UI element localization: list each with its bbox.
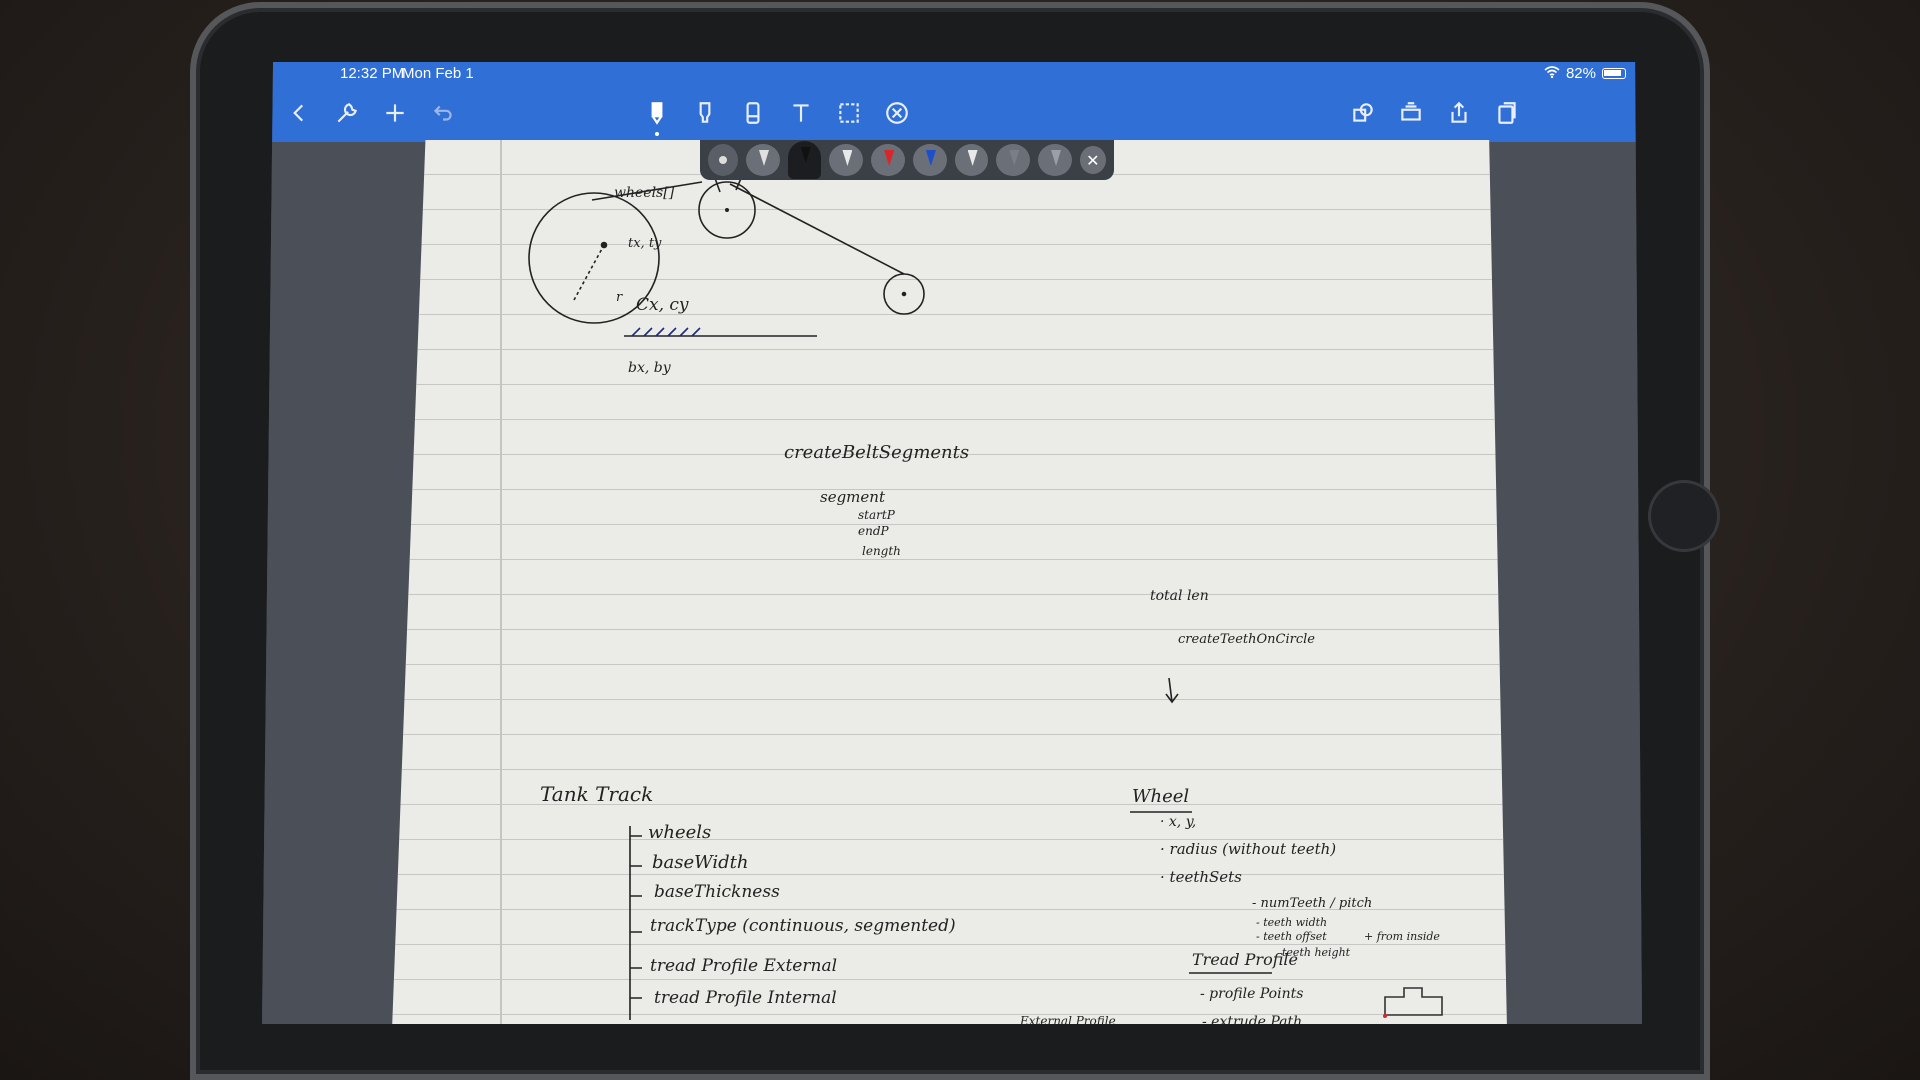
note-seg-length: length: [862, 544, 901, 558]
pages-icon[interactable]: [1488, 94, 1526, 132]
share-icon[interactable]: [1440, 94, 1478, 132]
present-icon[interactable]: [1392, 94, 1430, 132]
note-from-inside: + from inside: [1364, 930, 1440, 943]
goodnotes-toolbar: [262, 84, 1642, 142]
wheel-item: · x, y,: [1160, 814, 1197, 830]
back-icon[interactable]: [280, 94, 318, 132]
undo-icon[interactable]: [424, 94, 462, 132]
text-icon[interactable]: [782, 94, 820, 132]
status-date: Mon Feb 1: [402, 65, 474, 82]
wheel-item: · radius (without teeth): [1160, 840, 1337, 858]
status-time: 12:32 PM: [340, 65, 405, 82]
teeth-item: - numTeeth / pitch: [1252, 896, 1373, 911]
teeth-item: - teeth offset: [1256, 930, 1327, 943]
home-button[interactable]: [1648, 480, 1720, 552]
pen-icon[interactable]: [638, 94, 676, 136]
wheel-item: · teethSets: [1160, 868, 1242, 886]
tank-track-item: tread Profile Internal: [654, 988, 837, 1008]
color-swatch[interactable]: [871, 144, 905, 176]
status-right: 82%: [1544, 65, 1626, 82]
color-swatch[interactable]: [1038, 144, 1072, 176]
teeth-item: - teeth width: [1256, 916, 1328, 929]
color-swatch[interactable]: [829, 144, 864, 176]
status-bar: 12:32 PM Mon Feb 1 82%: [262, 62, 1642, 84]
tank-track-item: tread Profile External: [650, 956, 838, 976]
pen-palette: ✕: [700, 140, 1114, 180]
wrench-icon[interactable]: [328, 94, 366, 132]
note-tank-track: Tank Track: [540, 782, 654, 806]
tank-track-item: baseWidth: [652, 852, 749, 873]
note-wheel-title: Wheel: [1132, 786, 1190, 807]
note-segment: segment: [820, 488, 885, 506]
shapes-icon[interactable]: [878, 94, 916, 132]
note-seg-start: startP: [858, 508, 895, 522]
tread-item: - extrude Path: [1202, 1014, 1303, 1024]
note-r: r: [616, 290, 623, 305]
shapes-library-icon[interactable]: [1344, 94, 1382, 132]
color-swatch-selected[interactable]: [787, 141, 822, 179]
tank-track-item: wheels: [648, 822, 712, 843]
tank-track-item: baseThickness: [654, 882, 780, 902]
highlighter-icon[interactable]: [686, 94, 724, 132]
ipad-screen: 12:32 PM Mon Feb 1 82% wheels[] tx, ty C…: [262, 62, 1642, 1024]
notebook-page[interactable]: wheels[] tx, ty Cx, cy r bx, by createBe…: [392, 140, 1507, 1024]
eraser-icon[interactable]: [734, 94, 772, 132]
note-seg-end: endP: [858, 524, 889, 538]
pen-size-button[interactable]: [708, 144, 738, 176]
note-create-belt-segments: createBeltSegments: [784, 442, 970, 463]
note-wheels-array: wheels[]: [614, 185, 675, 201]
color-swatch[interactable]: [912, 144, 947, 176]
note-tread-profile: Tread Profile: [1192, 950, 1298, 969]
handwriting-ink: [528, 169, 1443, 1020]
battery-icon: [1602, 68, 1626, 79]
battery-percent: 82%: [1565, 65, 1596, 82]
color-swatch[interactable]: [745, 144, 780, 176]
note-external-profile: External Profile: [1020, 1014, 1116, 1024]
note-cxcy: Cx, cy: [636, 295, 689, 315]
tread-item: - profile Points: [1200, 986, 1304, 1002]
lasso-icon[interactable]: [830, 94, 868, 132]
color-swatch[interactable]: [954, 144, 989, 176]
color-swatch[interactable]: [996, 144, 1031, 176]
close-palette-icon[interactable]: ✕: [1079, 146, 1106, 174]
tank-track-item: trackType (continuous, segmented): [650, 916, 956, 936]
plus-icon[interactable]: [376, 94, 414, 132]
note-txty: tx, ty: [628, 236, 662, 251]
wifi-icon: [1544, 65, 1560, 82]
note-total-length: total len: [1150, 588, 1209, 604]
note-create-teeth: createTeethOnCircle: [1178, 632, 1315, 647]
note-bxby: bx, by: [628, 360, 671, 376]
